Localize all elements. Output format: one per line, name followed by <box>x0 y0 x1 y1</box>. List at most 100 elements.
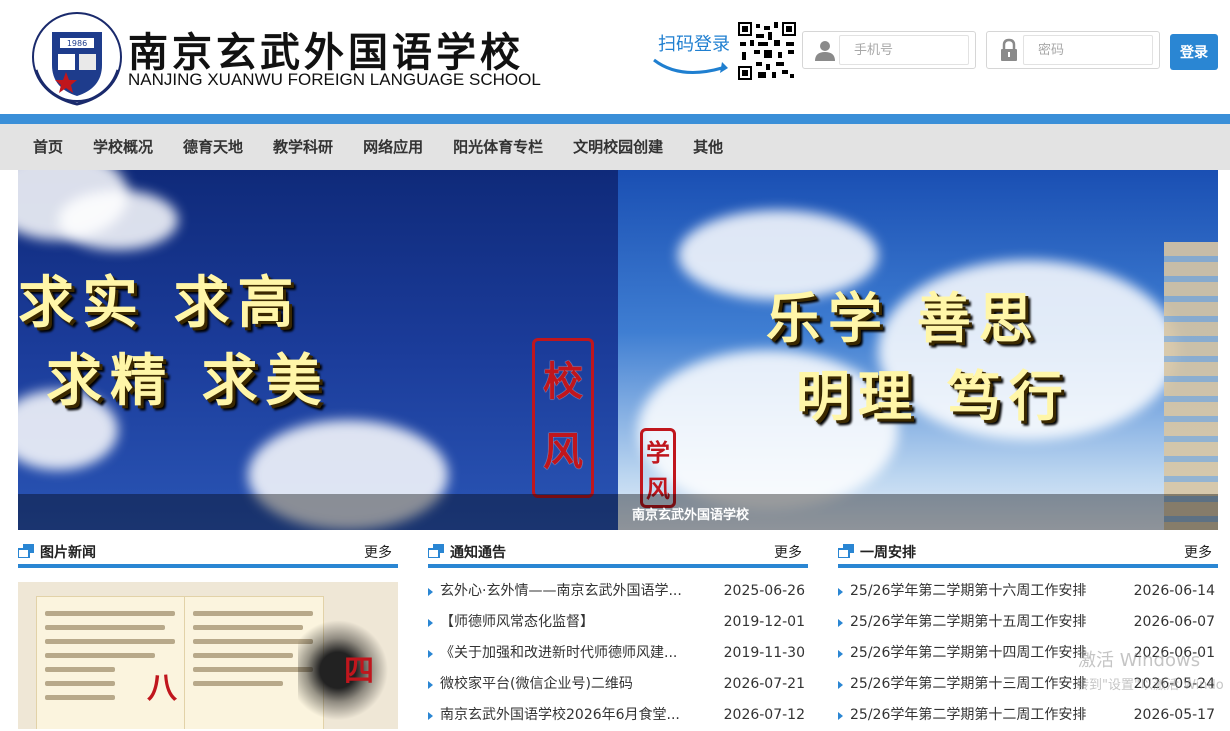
item-title[interactable]: 25/26学年第二学期第十四周工作安排 <box>850 638 1110 669</box>
building-image <box>1164 242 1218 530</box>
item-title[interactable]: 【师德师风常态化监督】 <box>440 607 700 638</box>
list-item[interactable]: 25/26学年第二学期第十二周工作安排 2026-05-17 <box>838 700 1218 731</box>
item-title[interactable]: 《关于加强和改进新时代师德师风建... <box>440 638 700 669</box>
banner-slider[interactable]: 求实 求高 求精 求美 校风 乐学 善思 明理 笃行 学风 南京玄武外国语学校 <box>18 170 1218 530</box>
password-field <box>986 31 1160 69</box>
cloud-shape <box>58 190 178 250</box>
banner-slogan-left-2: 求精 求美 <box>46 348 330 414</box>
section-header: 图片新闻 更多 <box>18 538 398 568</box>
more-link[interactable]: 更多 <box>774 542 802 562</box>
curved-arrow-icon <box>653 58 728 74</box>
section-title: 一周安排 <box>860 545 916 561</box>
text-line <box>45 667 115 672</box>
text-line <box>193 681 283 686</box>
text-line <box>193 611 313 616</box>
section-title: 通知通告 <box>450 545 506 561</box>
list-item[interactable]: 【师德师风常态化监督】 2019-12-01 <box>428 607 808 638</box>
text-line <box>193 667 313 672</box>
scan-login-link[interactable]: 扫码登录 <box>650 28 732 84</box>
triangle-bullet-icon <box>428 681 433 689</box>
text-line <box>45 639 175 644</box>
text-line <box>193 653 293 658</box>
nav-item-network[interactable]: 网络应用 <box>348 124 438 170</box>
nav-item-about[interactable]: 学校概况 <box>78 124 168 170</box>
scan-login-label: 扫码登录 <box>658 34 730 55</box>
password-input[interactable] <box>1023 35 1153 65</box>
phone-input[interactable] <box>839 35 969 65</box>
more-link[interactable]: 更多 <box>364 542 392 562</box>
image-red-char: 八 <box>147 671 177 706</box>
triangle-bullet-icon <box>838 588 843 596</box>
nav-item-home[interactable]: 首页 <box>18 124 78 170</box>
list-item[interactable]: 玄外心·玄外情——南京玄武外国语学... 2025-06-26 <box>428 576 808 607</box>
more-link[interactable]: 更多 <box>1184 542 1212 562</box>
nav-item-teaching[interactable]: 教学科研 <box>258 124 348 170</box>
login-button[interactable]: 登录 <box>1170 34 1218 70</box>
item-title[interactable]: 微校家平台(微信企业号)二维码 <box>440 669 700 700</box>
nav-item-civilized[interactable]: 文明校园创建 <box>558 124 678 170</box>
section-header: 通知通告 更多 <box>428 538 808 568</box>
item-date: 2019-12-01 <box>723 614 805 630</box>
item-title[interactable]: 25/26学年第二学期第十五周工作安排 <box>850 607 1110 638</box>
nav-item-other[interactable]: 其他 <box>678 124 738 170</box>
main-nav: 首页 学校概况 德育天地 教学科研 网络应用 阳光体育专栏 文明校园创建 其他 <box>0 124 1230 170</box>
item-date: 2019-11-30 <box>723 645 805 661</box>
item-title[interactable]: 25/26学年第二学期第十六周工作安排 <box>850 576 1110 607</box>
notice-list: 玄外心·玄外情——南京玄武外国语学... 2025-06-26 【师德师风常态化监… <box>428 576 808 731</box>
list-item[interactable]: 微校家平台(微信企业号)二维码 2026-07-21 <box>428 669 808 700</box>
triangle-bullet-icon <box>428 712 433 720</box>
school-spirit-stamp: 校风 <box>532 338 594 498</box>
nav-item-moral[interactable]: 德育天地 <box>168 124 258 170</box>
text-line <box>45 695 115 700</box>
school-seal-icon: 1986 <box>32 12 122 106</box>
qr-code-icon <box>738 22 796 80</box>
banner-panel-left: 求实 求高 求精 求美 校风 <box>18 170 618 530</box>
item-date: 2026-05-17 <box>1133 707 1215 723</box>
school-logo[interactable]: 1986 南京玄武外国语学校 NANJING XUANWU FOREIGN LA… <box>24 6 541 110</box>
list-item[interactable]: 《关于加强和改进新时代师德师风建... 2019-11-30 <box>428 638 808 669</box>
school-name-en: NANJING XUANWU FOREIGN LANGUAGE SCHOOL <box>128 70 541 89</box>
item-date: 2026-06-07 <box>1133 614 1215 630</box>
section-icon <box>838 544 854 558</box>
text-line <box>193 639 313 644</box>
list-item[interactable]: 25/26学年第二学期第十五周工作安排 2026-06-07 <box>838 607 1218 638</box>
text-line <box>45 611 175 616</box>
item-date: 2025-06-26 <box>723 583 805 599</box>
image-card: 八 <box>36 596 186 729</box>
picture-news-section: 图片新闻 更多 八 四 <box>18 538 398 729</box>
section-icon <box>18 544 34 558</box>
banner-slogan-right-2: 明理 笃行 <box>796 364 1071 428</box>
lock-icon <box>1001 38 1017 61</box>
triangle-bullet-icon <box>428 588 433 596</box>
text-line <box>45 681 115 686</box>
list-item[interactable]: 25/26学年第二学期第十六周工作安排 2026-06-14 <box>838 576 1218 607</box>
triangle-bullet-icon <box>838 650 843 658</box>
picture-news-image[interactable]: 八 四 <box>18 582 398 729</box>
text-line <box>45 653 155 658</box>
user-icon <box>815 41 835 61</box>
nav-item-sports[interactable]: 阳光体育专栏 <box>438 124 558 170</box>
banner-slogan-left-1: 求实 求高 <box>18 270 302 336</box>
banner-caption[interactable]: 南京玄武外国语学校 <box>632 504 749 523</box>
phone-field <box>802 31 976 69</box>
section-icon <box>428 544 444 558</box>
image-red-char: 四 <box>344 654 374 689</box>
triangle-bullet-icon <box>428 650 433 658</box>
list-item[interactable]: 南京玄武外国语学校2026年6月食堂... 2026-07-12 <box>428 700 808 731</box>
banner-slogan-right-1: 乐学 善思 <box>766 286 1041 350</box>
text-line <box>45 625 165 630</box>
item-title[interactable]: 25/26学年第二学期第十三周工作安排 <box>850 669 1110 700</box>
item-title[interactable]: 玄外心·玄外情——南京玄武外国语学... <box>440 576 700 607</box>
triangle-bullet-icon <box>838 712 843 720</box>
item-title[interactable]: 25/26学年第二学期第十二周工作安排 <box>850 700 1110 731</box>
banner-panel-right: 乐学 善思 明理 笃行 <box>618 170 1218 530</box>
windows-activation-watermark: 激活 Windows <box>1078 650 1201 671</box>
item-date: 2026-07-12 <box>723 707 805 723</box>
item-title[interactable]: 南京玄武外国语学校2026年6月食堂... <box>440 700 700 731</box>
triangle-bullet-icon <box>838 681 843 689</box>
section-header: 一周安排 更多 <box>838 538 1218 568</box>
windows-activation-hint: 转到"设置"以激活 Windo <box>1076 678 1224 693</box>
triangle-bullet-icon <box>838 619 843 627</box>
header-divider <box>0 114 1230 124</box>
site-header: 1986 南京玄武外国语学校 NANJING XUANWU FOREIGN LA… <box>0 0 1230 114</box>
